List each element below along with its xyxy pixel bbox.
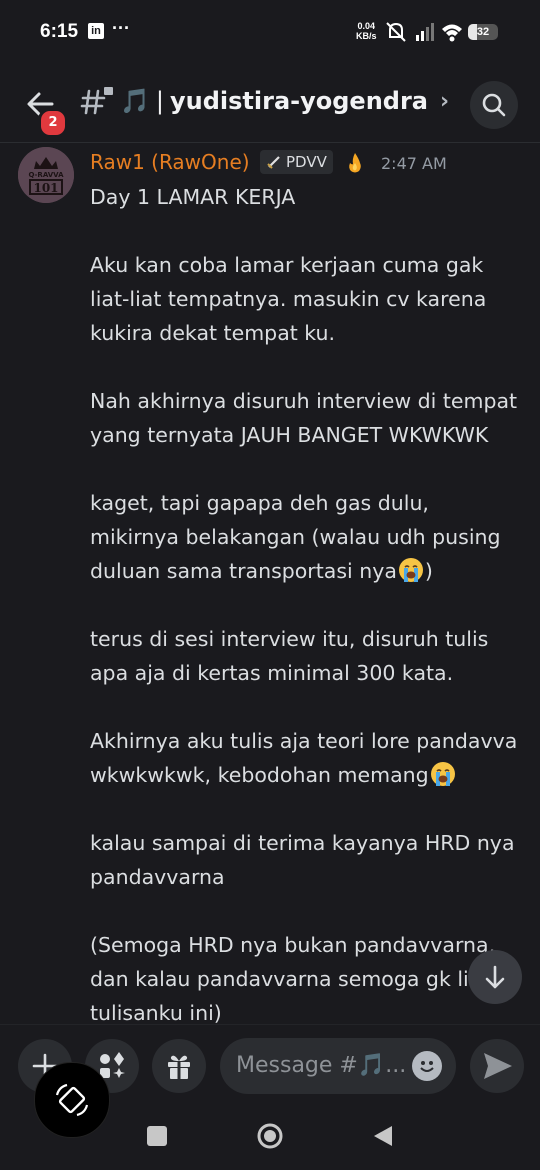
- message-paragraph-3: kaget, tapi gapapa deh gas dulu, mikirny…: [90, 491, 508, 583]
- thread-hash-icon: [80, 87, 113, 115]
- message-timestamp: 2:47 AM: [381, 154, 447, 173]
- message[interactable]: Q-RAVVA 101 Raw1 (RawOne) PDVV 2:47 AM D…: [0, 142, 540, 1024]
- network-speed-value: 0.04: [357, 21, 376, 31]
- message-content: Day 1 LAMAR KERJA Aku kan coba lamar ker…: [90, 180, 522, 1024]
- avatar-text-top: Q-RAVVA: [28, 171, 64, 179]
- message-author[interactable]: Raw1 (RawOne): [90, 150, 250, 174]
- message-paragraph-6: kalau sampai di terima kayanya HRD nya p…: [90, 831, 522, 889]
- server-tag-label: PDVV: [286, 153, 327, 171]
- message-input-placeholder: Message #🎵...: [236, 1053, 407, 1078]
- message-input[interactable]: Message #🎵...: [220, 1038, 456, 1094]
- arrow-down-icon: [485, 965, 505, 989]
- loudly-crying-face-icon: [398, 558, 423, 582]
- chevron-right-icon: ›: [439, 88, 450, 114]
- channel-name: yudistira-yogendra: [169, 87, 428, 115]
- recent-apps-button[interactable]: [147, 1126, 167, 1146]
- avatar-text-bottom: 101: [33, 181, 58, 195]
- fire-icon: [349, 153, 361, 173]
- signal-icon: [416, 23, 434, 41]
- wifi-icon: [442, 24, 462, 42]
- mute-bell-icon: [386, 22, 406, 42]
- sword-icon: [267, 156, 280, 169]
- channel-emoji-icon: 🎵: [120, 87, 150, 115]
- battery-fill: [468, 24, 477, 40]
- avatar-logo-icon: Q-RAVVA 101: [18, 147, 74, 203]
- message-paragraph-2: Nah akhirnya disuruh interview di tempat…: [90, 389, 524, 447]
- system-nav-bar: [0, 1106, 540, 1170]
- message-paragraph-1: Aku kan coba lamar kerjaan cuma gak liat…: [90, 253, 493, 345]
- status-bar: 6:15 in ··· 0.04 KB/s 32: [0, 0, 540, 62]
- avatar[interactable]: Q-RAVVA 101: [18, 147, 74, 203]
- send-button[interactable]: [470, 1039, 524, 1093]
- home-button[interactable]: [256, 1122, 284, 1150]
- linkedin-icon: in: [88, 23, 104, 39]
- channel-header: 2 🎵 | yudistira-yogendra ›: [0, 62, 540, 143]
- search-icon: [482, 93, 506, 117]
- channel-title[interactable]: 🎵 | yudistira-yogendra ›: [80, 86, 449, 116]
- battery-icon: 32: [468, 24, 498, 40]
- message-line-1: Day 1 LAMAR KERJA: [90, 185, 296, 209]
- network-speed: 0.04 KB/s: [356, 21, 377, 41]
- scroll-to-bottom-button[interactable]: [468, 950, 522, 1004]
- message-paragraph-7: (Semoga HRD nya bukan pandavvarna, dan k…: [90, 933, 496, 1024]
- search-button[interactable]: [470, 81, 518, 129]
- smiley-icon: [420, 1061, 434, 1072]
- more-notifications-icon: ···: [112, 18, 130, 38]
- channel-separator: |: [155, 87, 164, 115]
- status-time: 6:15: [40, 21, 79, 42]
- send-icon: [484, 1053, 512, 1079]
- message-paragraph-3-end: ): [424, 559, 433, 583]
- message-paragraph-5: Akhirnya aku tulis aja teori lore pandav…: [90, 729, 524, 787]
- network-speed-unit: KB/s: [356, 31, 377, 41]
- message-paragraph-4: terus di sesi interview itu, disuruh tul…: [90, 627, 495, 685]
- emoji-picker-icon[interactable]: [412, 1051, 442, 1081]
- nav-back-button[interactable]: [372, 1124, 394, 1148]
- server-tag[interactable]: PDVV: [260, 150, 333, 174]
- gift-button[interactable]: [152, 1039, 206, 1093]
- loudly-crying-face-icon: [430, 762, 455, 786]
- gift-icon: [168, 1055, 190, 1079]
- battery-level: 32: [476, 26, 490, 38]
- notification-badge: 2: [38, 108, 68, 138]
